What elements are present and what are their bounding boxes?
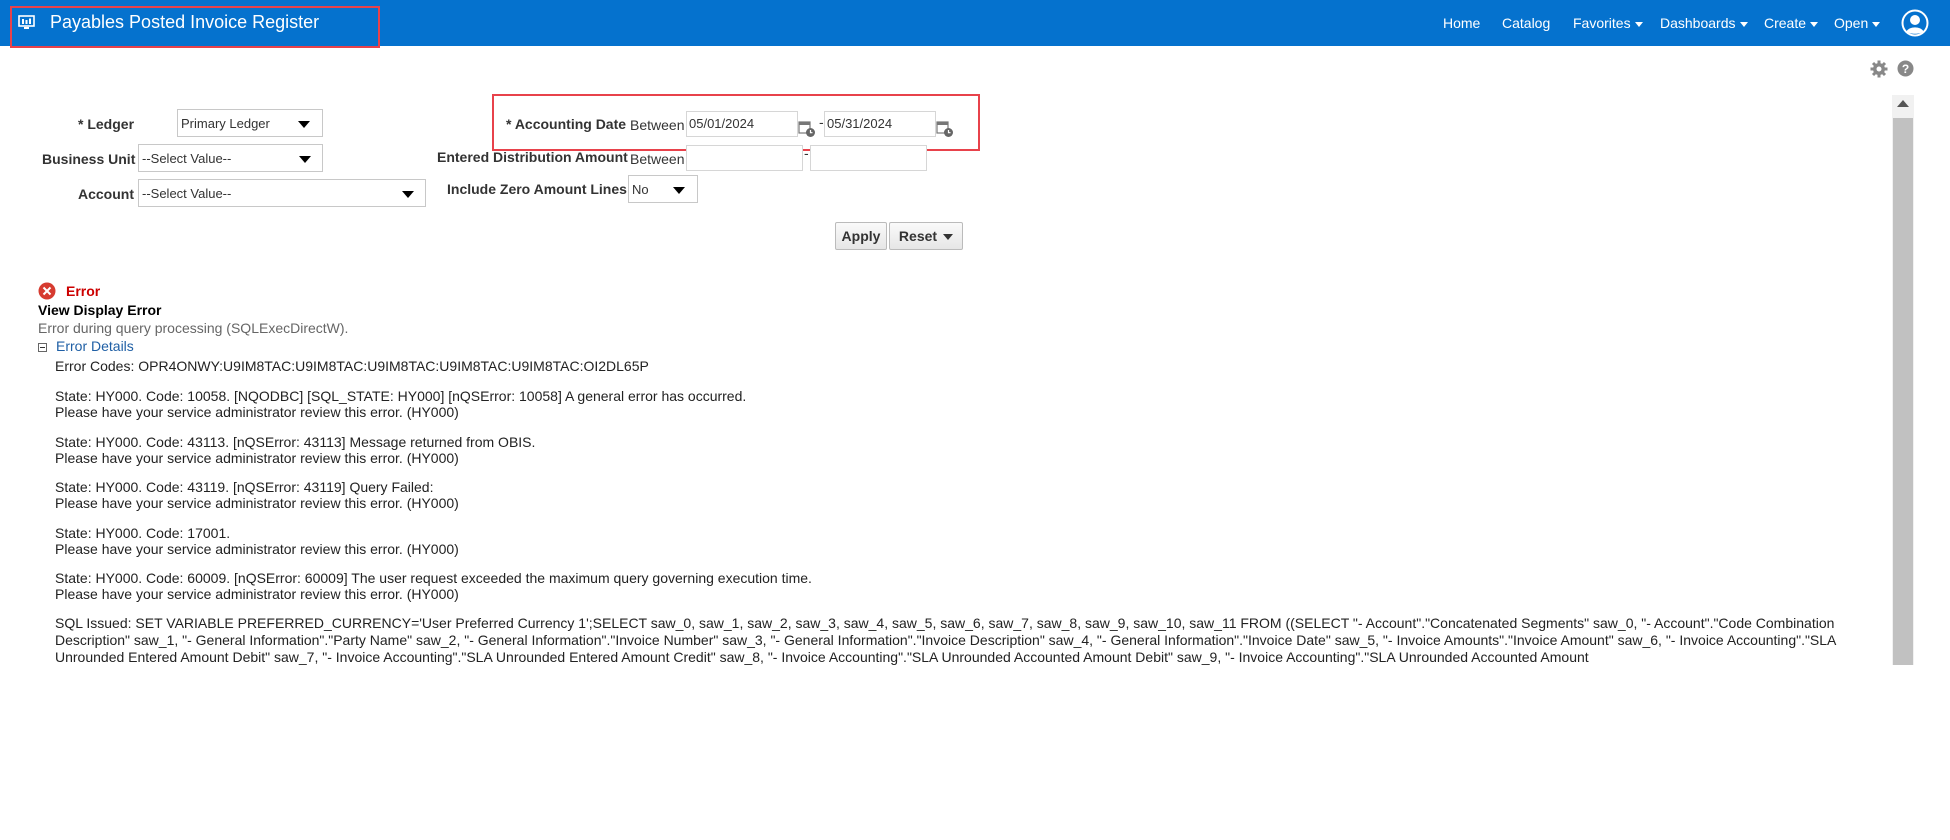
distribution-amount-to-input[interactable] bbox=[810, 145, 927, 171]
entered-distribution-amount-label: Entered Distribution Amount bbox=[437, 149, 628, 165]
gear-icon[interactable] bbox=[1870, 60, 1888, 78]
reset-button[interactable]: Reset bbox=[889, 222, 963, 250]
dropdown-arrow-icon bbox=[298, 121, 310, 128]
caret-down-icon bbox=[1739, 21, 1748, 27]
caret-down-icon bbox=[1634, 21, 1643, 27]
dropdown-arrow-icon bbox=[299, 156, 311, 163]
account-select[interactable]: --Select Value-- bbox=[138, 179, 426, 207]
nav-favorites[interactable]: Favorites bbox=[1573, 15, 1643, 33]
error-codes: Error Codes: OPR4ONWY:U9IM8TAC:U9IM8TAC:… bbox=[55, 358, 649, 374]
error-message: Error during query processing (SQLExecDi… bbox=[38, 320, 349, 336]
scrollbar-thumb[interactable] bbox=[1893, 118, 1913, 665]
scroll-up-arrow-icon[interactable] bbox=[1897, 100, 1909, 107]
date-highlight-box bbox=[492, 94, 980, 151]
error-state-60009: State: HY000. Code: 60009. [nQSError: 60… bbox=[55, 570, 812, 602]
dropdown-arrow-icon bbox=[673, 187, 685, 194]
distribution-amount-from-input[interactable] bbox=[686, 145, 803, 171]
business-unit-label: Business Unit bbox=[42, 151, 136, 167]
include-zero-amount-lines-label: Include Zero Amount Lines bbox=[447, 181, 627, 197]
account-label: Account bbox=[78, 186, 134, 202]
error-state-17001: State: HY000. Code: 17001. Please have y… bbox=[55, 525, 459, 557]
nav-home[interactable]: Home bbox=[1443, 15, 1480, 33]
caret-down-icon bbox=[943, 234, 954, 241]
error-state-43119: State: HY000. Code: 43119. [nQSError: 43… bbox=[55, 479, 459, 511]
error-state-43113: State: HY000. Code: 43113. [nQSError: 43… bbox=[55, 434, 536, 466]
svg-text:?: ? bbox=[1902, 62, 1909, 76]
error-details-link[interactable]: Error Details bbox=[56, 338, 134, 354]
ledger-label: * Ledger bbox=[78, 116, 135, 132]
help-icon[interactable]: ? bbox=[1897, 60, 1914, 77]
title-highlight-box bbox=[10, 6, 380, 48]
error-state-10058: State: HY000. Code: 10058. [NQODBC] [SQL… bbox=[55, 388, 747, 420]
error-title: Error bbox=[66, 283, 101, 299]
sql-issued-text: SQL Issued: SET VARIABLE PREFERRED_CURRE… bbox=[55, 615, 1836, 665]
error-icon bbox=[38, 282, 56, 300]
collapse-icon[interactable] bbox=[38, 343, 47, 352]
ledger-select[interactable]: Primary Ledger bbox=[177, 109, 323, 137]
include-zero-amount-lines-select[interactable]: No bbox=[628, 175, 698, 203]
nav-catalog[interactable]: Catalog bbox=[1502, 15, 1550, 33]
error-subtitle: View Display Error bbox=[38, 302, 162, 318]
dropdown-arrow-icon bbox=[402, 191, 414, 198]
nav-open[interactable]: Open bbox=[1834, 15, 1881, 33]
amount-range-dash: - bbox=[804, 145, 809, 161]
business-unit-select[interactable]: --Select Value-- bbox=[138, 144, 323, 172]
nav-create[interactable]: Create bbox=[1764, 15, 1819, 33]
nav-dashboards[interactable]: Dashboards bbox=[1660, 15, 1748, 33]
user-avatar-icon[interactable] bbox=[1901, 9, 1929, 37]
caret-down-icon bbox=[1872, 21, 1881, 27]
apply-button[interactable]: Apply bbox=[835, 222, 887, 250]
distribution-amount-operator: Between bbox=[630, 151, 685, 167]
caret-down-icon bbox=[1810, 21, 1819, 27]
